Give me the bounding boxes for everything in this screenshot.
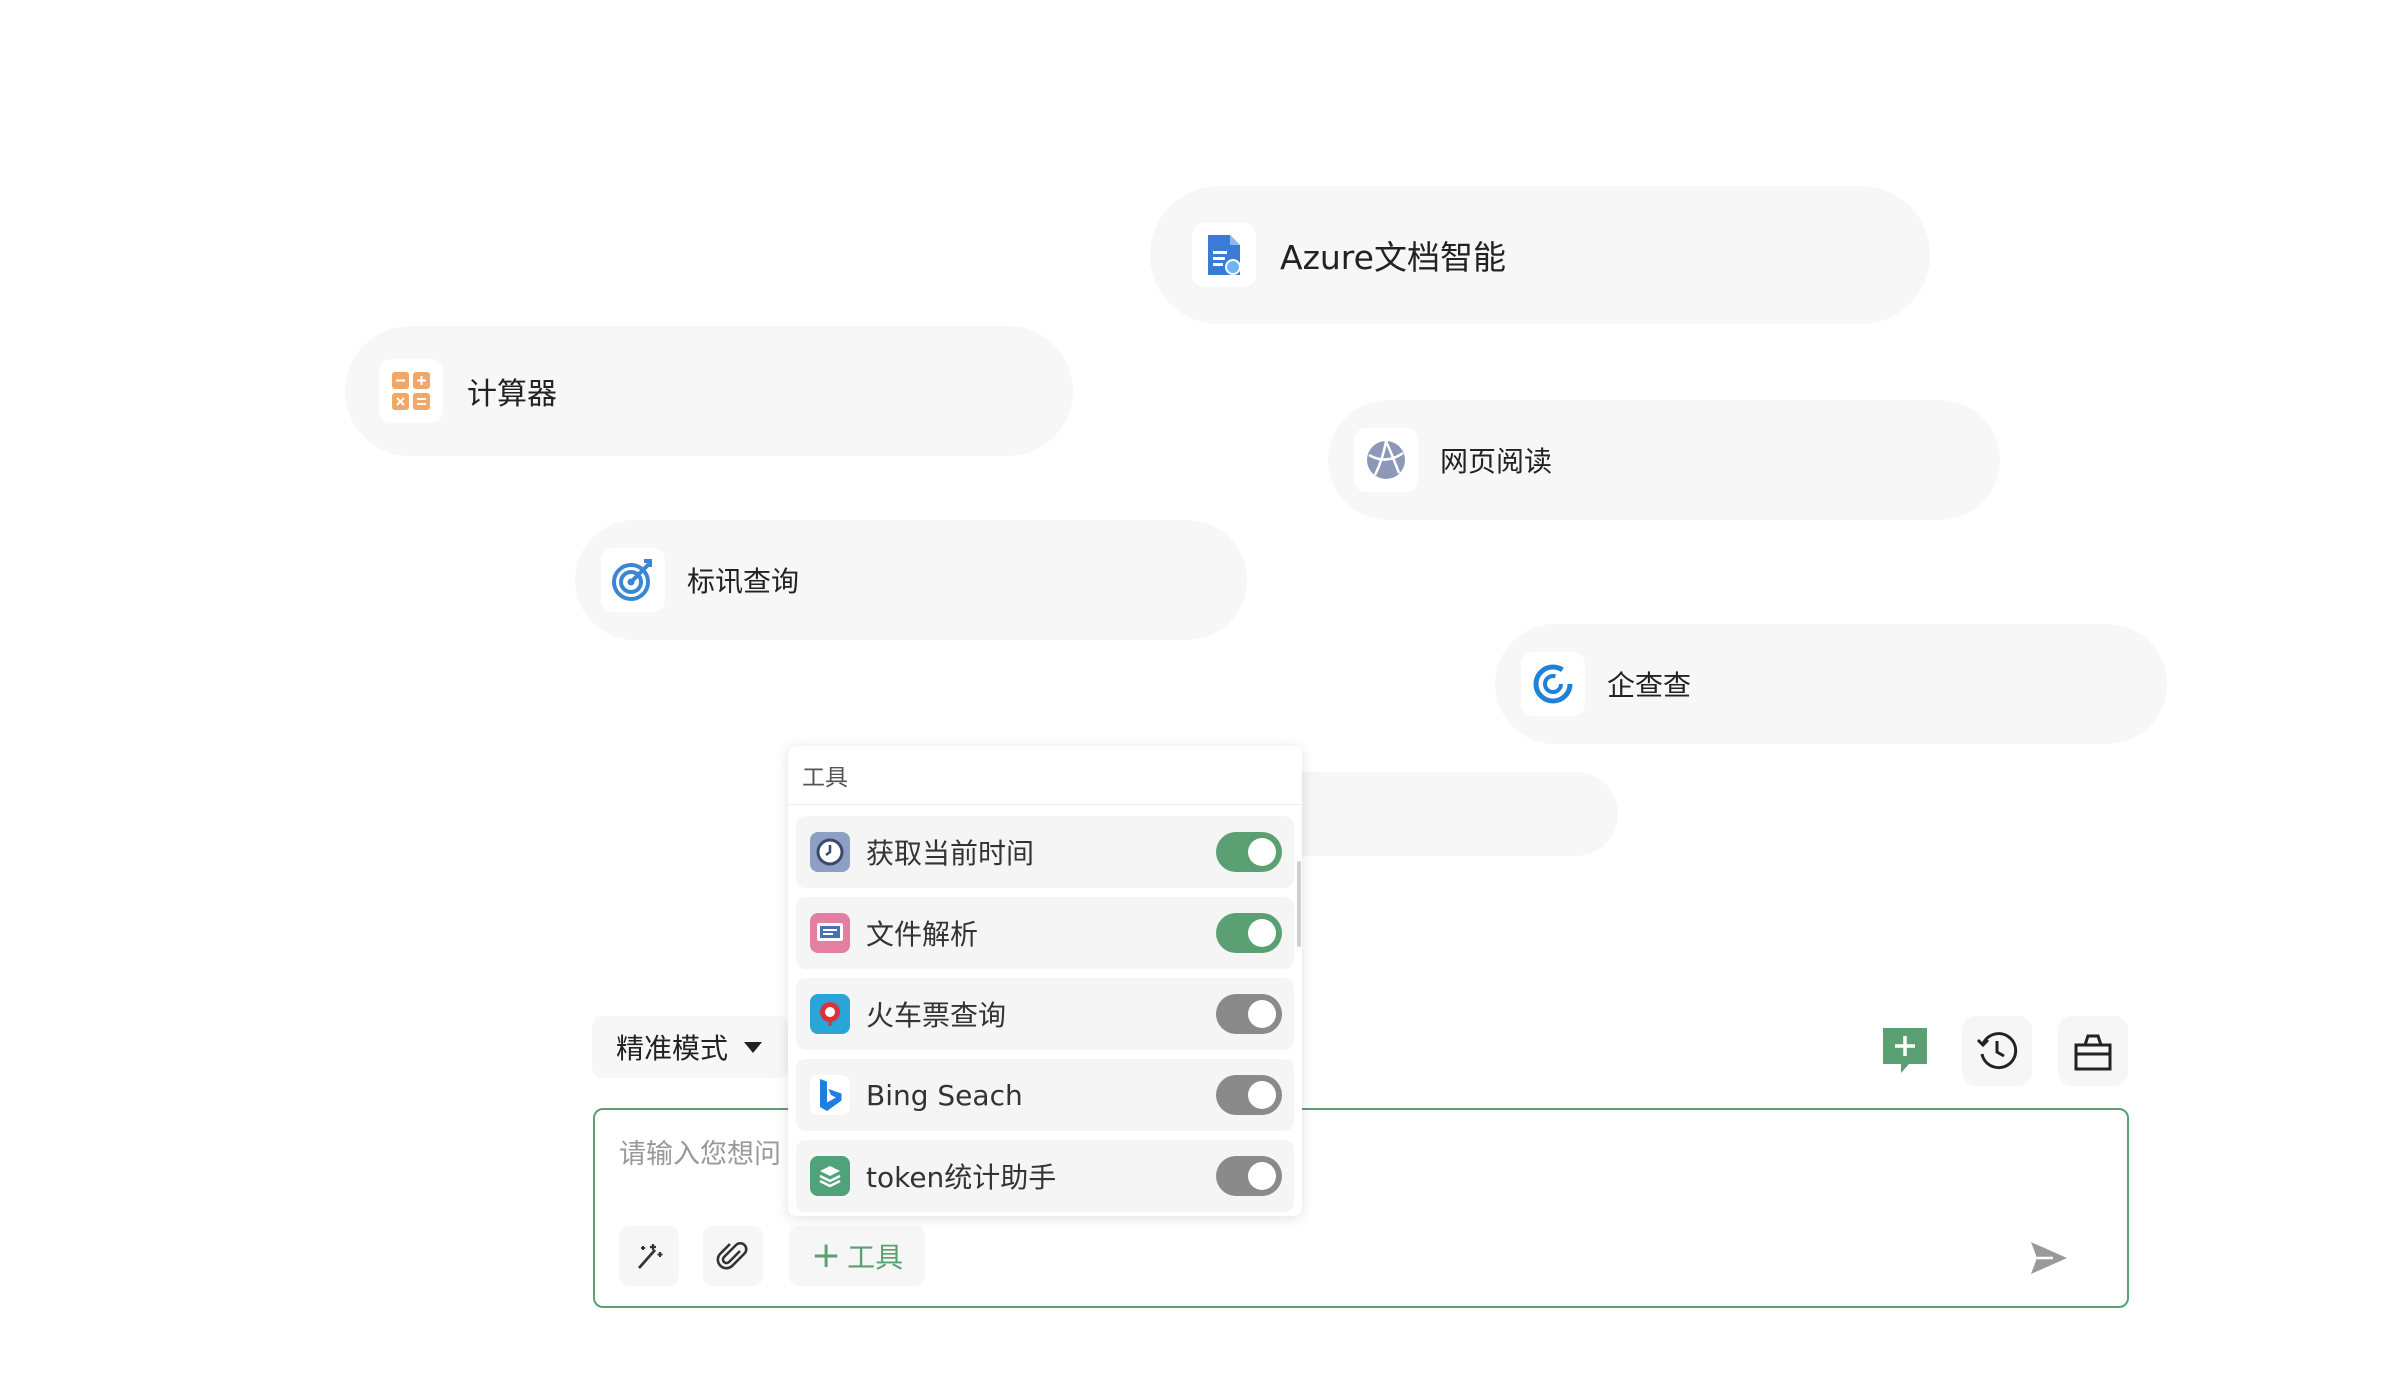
magic-prompt-button[interactable] xyxy=(619,1226,679,1286)
tool-name: 火车票查询 xyxy=(866,999,1007,1032)
tool-toggle[interactable] xyxy=(1216,1156,1282,1196)
suggestion-label: Azure文档智能 xyxy=(1280,238,1506,277)
suggestion-bid-query[interactable]: 标讯查询 xyxy=(575,520,1247,640)
tool-row[interactable]: token统计助手 xyxy=(796,1140,1294,1212)
tool-toggle[interactable] xyxy=(1216,832,1282,872)
clock-icon xyxy=(810,832,850,872)
new-chat-button[interactable] xyxy=(1870,1016,1940,1086)
history-icon xyxy=(1976,1032,2018,1070)
send-button[interactable] xyxy=(2025,1234,2073,1282)
paperclip-icon xyxy=(716,1242,748,1270)
new-chat-icon xyxy=(1883,1028,1927,1073)
target-icon xyxy=(601,548,665,612)
tool-toggle[interactable] xyxy=(1216,1075,1282,1115)
mode-value: 精准模式 xyxy=(616,1032,729,1065)
suggestion-azure-doc[interactable]: Azure文档智能 xyxy=(1150,186,1930,324)
tools-scrollbar[interactable] xyxy=(1297,861,1301,947)
history-button[interactable] xyxy=(1962,1016,2032,1086)
caret-down-icon xyxy=(744,1041,763,1053)
send-icon xyxy=(2031,1242,2067,1274)
tool-toggle[interactable] xyxy=(1216,994,1282,1034)
azure-doc-icon xyxy=(1192,223,1256,287)
suggestion-label: 企查查 xyxy=(1607,669,1692,702)
qichacha-icon xyxy=(1521,652,1585,716)
suggestion-web-reader[interactable]: 网页阅读 xyxy=(1328,400,2000,520)
tools-list: 获取当前时间 文件解析 火车票查询 Bing Seach token统计助手 xyxy=(796,816,1294,1221)
tool-row[interactable]: 火车票查询 xyxy=(796,978,1294,1050)
globe-icon xyxy=(1354,428,1418,492)
suggestion-calculator[interactable]: 计算器 xyxy=(345,326,1073,456)
magic-wand-icon xyxy=(637,1244,663,1269)
suggestion-label: 标讯查询 xyxy=(687,565,800,598)
suggestion-label: 计算器 xyxy=(467,377,557,412)
tool-row[interactable]: 文件解析 xyxy=(796,897,1294,969)
tools-popover: 工具 获取当前时间 文件解析 火车票查询 Bing Seach token统计助… xyxy=(788,746,1302,1216)
toolbox-button[interactable] xyxy=(2058,1016,2128,1086)
suggestion-qichacha[interactable]: 企查查 xyxy=(1495,624,2167,744)
bing-icon xyxy=(810,1075,850,1115)
tool-name: 获取当前时间 xyxy=(866,837,1035,870)
plus-icon: + xyxy=(811,1235,842,1276)
toolbox-icon xyxy=(2074,1034,2112,1071)
tools-popover-title: 工具 xyxy=(788,746,1302,805)
add-tool-label: 工具 xyxy=(847,1241,904,1274)
tool-name: Bing Seach xyxy=(866,1078,1023,1112)
tool-name: token统计助手 xyxy=(866,1161,1057,1194)
attach-button[interactable] xyxy=(703,1226,763,1286)
file-parse-icon xyxy=(810,913,850,953)
chat-input[interactable]: 请输入您想问 xyxy=(619,1132,781,1171)
mode-selector[interactable]: 精准模式 xyxy=(592,1016,789,1078)
tool-row[interactable]: Bing Seach xyxy=(796,1059,1294,1131)
tool-name: 文件解析 xyxy=(866,918,979,951)
tool-toggle[interactable] xyxy=(1216,913,1282,953)
calculator-icon xyxy=(379,359,443,423)
suggestion-label: 网页阅读 xyxy=(1440,445,1553,478)
train-ticket-icon xyxy=(810,994,850,1034)
add-tool-button[interactable]: + 工具 xyxy=(789,1226,926,1286)
tool-row[interactable]: 获取当前时间 xyxy=(796,816,1294,888)
token-stats-icon xyxy=(810,1156,850,1196)
